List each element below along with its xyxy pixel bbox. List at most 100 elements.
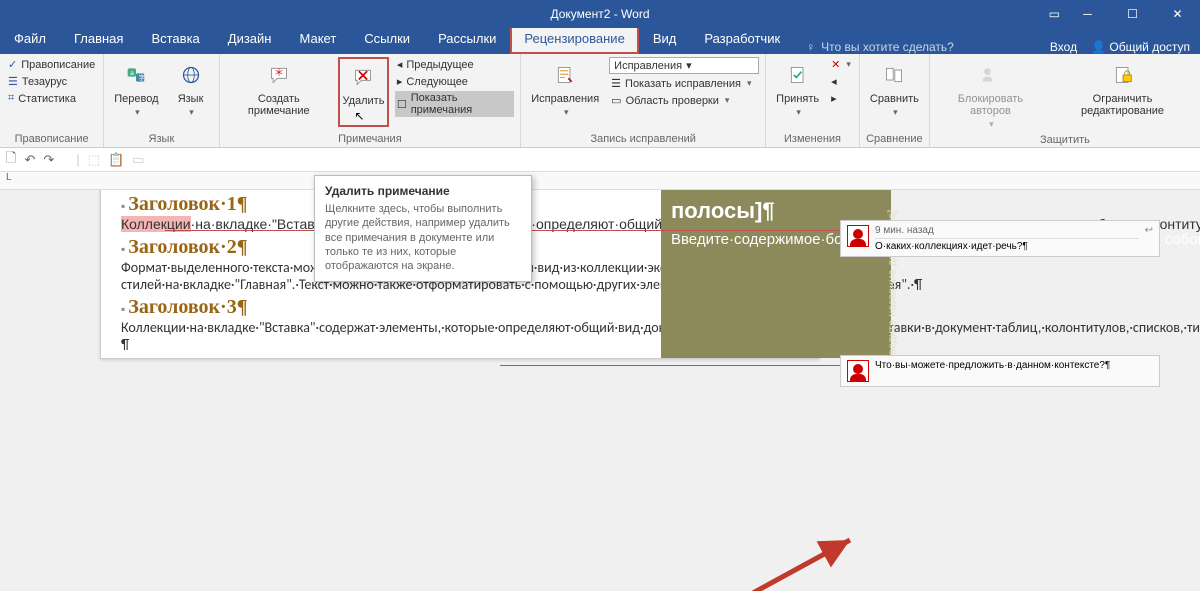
tooltip-title: Удалить примечание xyxy=(325,184,521,198)
comment-connector-2 xyxy=(500,365,845,366)
title-bar: Документ2 - Word ▭ ─ ☐ ✕ xyxy=(0,0,1200,28)
document-area: Заголовок·1¶ Коллекции·на·вкладке·"Встав… xyxy=(0,190,1200,591)
show-markup-dropdown[interactable]: ☰Показать исправления▾ xyxy=(609,76,759,91)
maximize-button[interactable]: ☐ xyxy=(1110,0,1155,28)
next-comment-button[interactable]: ▸Следующее xyxy=(395,74,514,89)
share-icon: 👤 xyxy=(1091,40,1106,54)
group-changes: Принять▾ ✕▾ ◂ ▸ Изменения xyxy=(766,54,860,147)
delete-comment-button[interactable]: Удалить ↖ xyxy=(338,57,389,127)
comments-pane: 9 мин. назад О·каких·коллекциях·идет·реч… xyxy=(840,190,1185,591)
avatar-icon xyxy=(847,225,869,247)
qat-ruler-icon[interactable]: ▭ xyxy=(132,152,144,168)
proof-thes-icon: ☰ xyxy=(8,75,18,88)
qat-redo-icon[interactable]: ↷ xyxy=(43,152,54,168)
proof-stats-icon: ⌗ xyxy=(8,92,14,105)
ribbon: ✓Правописание ☰Тезаурус ⌗Статистика Прав… xyxy=(0,54,1200,148)
comment-1[interactable]: 9 мин. назад О·каких·коллекциях·идет·реч… xyxy=(840,220,1160,257)
language-button[interactable]: Язык▾ xyxy=(169,57,213,120)
tab-home[interactable]: Главная xyxy=(60,24,137,54)
svg-text:字: 字 xyxy=(139,73,146,82)
svg-text:a: a xyxy=(131,70,135,77)
tab-mailings[interactable]: Рассылки xyxy=(424,24,510,54)
track-icon xyxy=(549,59,581,91)
next-change-icon: ▸ xyxy=(831,92,837,105)
annotation-arrow xyxy=(610,530,870,591)
globe-icon xyxy=(175,59,207,91)
sign-in-link[interactable]: Вход xyxy=(1050,40,1077,54)
tab-references[interactable]: Ссылки xyxy=(350,24,424,54)
proof-spell-icon: ✓ xyxy=(8,58,17,71)
titlebar-side: ▭ xyxy=(1049,0,1060,28)
window-title: Документ2 - Word xyxy=(550,7,649,21)
qat-new-icon[interactable]: 🗋 xyxy=(6,149,16,171)
tab-insert[interactable]: Вставка xyxy=(137,24,213,54)
translate-button[interactable]: a字 Перевод▾ xyxy=(110,57,162,120)
translate-icon: a字 xyxy=(120,59,152,91)
compare-icon xyxy=(878,59,910,91)
comment-text-2: Что·вы·можете·предложить·в·данном·контек… xyxy=(875,360,1110,371)
tab-review[interactable]: Рецензирование xyxy=(510,24,638,54)
tab-design[interactable]: Дизайн xyxy=(214,24,286,54)
ribbon-tabs: Файл Главная Вставка Дизайн Макет Ссылки… xyxy=(0,28,1200,54)
comment-icon: ☐ xyxy=(397,98,407,111)
track-changes-button[interactable]: Исправления▾ xyxy=(527,57,603,120)
prev-change-icon: ◂ xyxy=(831,75,837,88)
compare-button[interactable]: Сравнить▾ xyxy=(866,57,923,120)
group-language: a字 Перевод▾ Язык▾ Язык xyxy=(104,54,219,147)
comment-time: 9 мин. назад xyxy=(875,225,1139,239)
delete-comment-icon xyxy=(347,61,379,93)
comment-2[interactable]: Что·вы·можете·предложить·в·данном·контек… xyxy=(840,355,1160,387)
tab-file[interactable]: Файл xyxy=(0,24,60,54)
tab-view[interactable]: Вид xyxy=(639,24,691,54)
prev-change-button[interactable]: ◂ xyxy=(829,74,853,89)
prev-icon: ◂ xyxy=(397,58,403,71)
next-change-button[interactable]: ▸ xyxy=(829,91,853,106)
svg-text:＊: ＊ xyxy=(274,68,284,79)
reply-icon[interactable]: ↩ xyxy=(1145,225,1153,236)
qat-paste-icon[interactable]: 📋 xyxy=(108,152,124,168)
restrict-icon xyxy=(1107,59,1139,91)
close-button[interactable]: ✕ xyxy=(1155,0,1200,28)
reject-button[interactable]: ✕▾ xyxy=(829,57,853,72)
new-comment-icon: ＊ xyxy=(263,59,295,91)
avatar-icon xyxy=(847,360,869,382)
reject-icon: ✕ xyxy=(831,58,840,71)
ribbon-options-icon[interactable]: ▭ xyxy=(1049,7,1060,21)
spelling-button[interactable]: ✓Правописание xyxy=(6,57,97,72)
group-compare: Сравнить▾ Сравнение xyxy=(860,54,930,147)
next-icon: ▸ xyxy=(397,75,403,88)
show-comments-button[interactable]: ☐Показать примечания xyxy=(395,91,514,117)
new-comment-button[interactable]: ＊ Создать примечание xyxy=(226,57,332,119)
cursor-icon: ↖ xyxy=(354,109,364,123)
thesaurus-button[interactable]: ☰Тезаурус xyxy=(6,74,97,89)
tell-me[interactable]: ♀ Что вы хотите сделать? xyxy=(794,40,1050,54)
comment-text: О·каких·коллекциях·идет·речь?¶ xyxy=(875,241,1139,252)
tab-layout[interactable]: Макет xyxy=(285,24,350,54)
group-proofing: ✓Правописание ☰Тезаурус ⌗Статистика Прав… xyxy=(0,54,104,147)
block-icon xyxy=(974,59,1006,91)
bulb-icon: ♀ xyxy=(806,40,815,54)
ruler[interactable]: L xyxy=(0,172,1200,190)
tooltip: Удалить примечание Щелкните здесь, чтобы… xyxy=(314,175,532,282)
tooltip-body: Щелкните здесь, чтобы выполнить другие д… xyxy=(325,202,521,273)
prev-comment-button[interactable]: ◂Предыдущее xyxy=(395,57,514,72)
qat-select-icon[interactable]: ⬚ xyxy=(88,152,100,168)
group-protect: Блокировать авторов▾ Ограничить редактир… xyxy=(930,54,1200,147)
accept-button[interactable]: Принять▾ xyxy=(772,57,823,120)
block-authors-button[interactable]: Блокировать авторов▾ xyxy=(936,57,1045,132)
group-comments: ＊ Создать примечание Удалить ↖ ◂Предыдущ… xyxy=(220,54,522,147)
display-mode-dropdown[interactable]: Исправления ▾ xyxy=(609,57,759,74)
group-tracking: Исправления▾ Исправления ▾ ☰Показать исп… xyxy=(521,54,766,147)
pane-icon: ▭ xyxy=(611,94,621,107)
minimize-button[interactable]: ─ xyxy=(1065,0,1110,28)
markup-icon: ☰ xyxy=(611,77,621,90)
window-controls: ─ ☐ ✕ xyxy=(1065,0,1200,28)
quick-access-toolbar: 🗋 ↶ ↷ | ⬚ 📋 ▭ xyxy=(0,148,1200,172)
statistics-button[interactable]: ⌗Статистика xyxy=(6,91,97,106)
restrict-editing-button[interactable]: Ограничить редактирование xyxy=(1051,57,1194,119)
reviewing-pane-dropdown[interactable]: ▭Область проверки▾ xyxy=(609,93,759,108)
tab-developer[interactable]: Разработчик xyxy=(690,24,794,54)
share-button[interactable]: 👤 Общий доступ xyxy=(1091,40,1190,54)
accept-icon xyxy=(782,59,814,91)
qat-undo-icon[interactable]: ↶ xyxy=(24,152,35,168)
